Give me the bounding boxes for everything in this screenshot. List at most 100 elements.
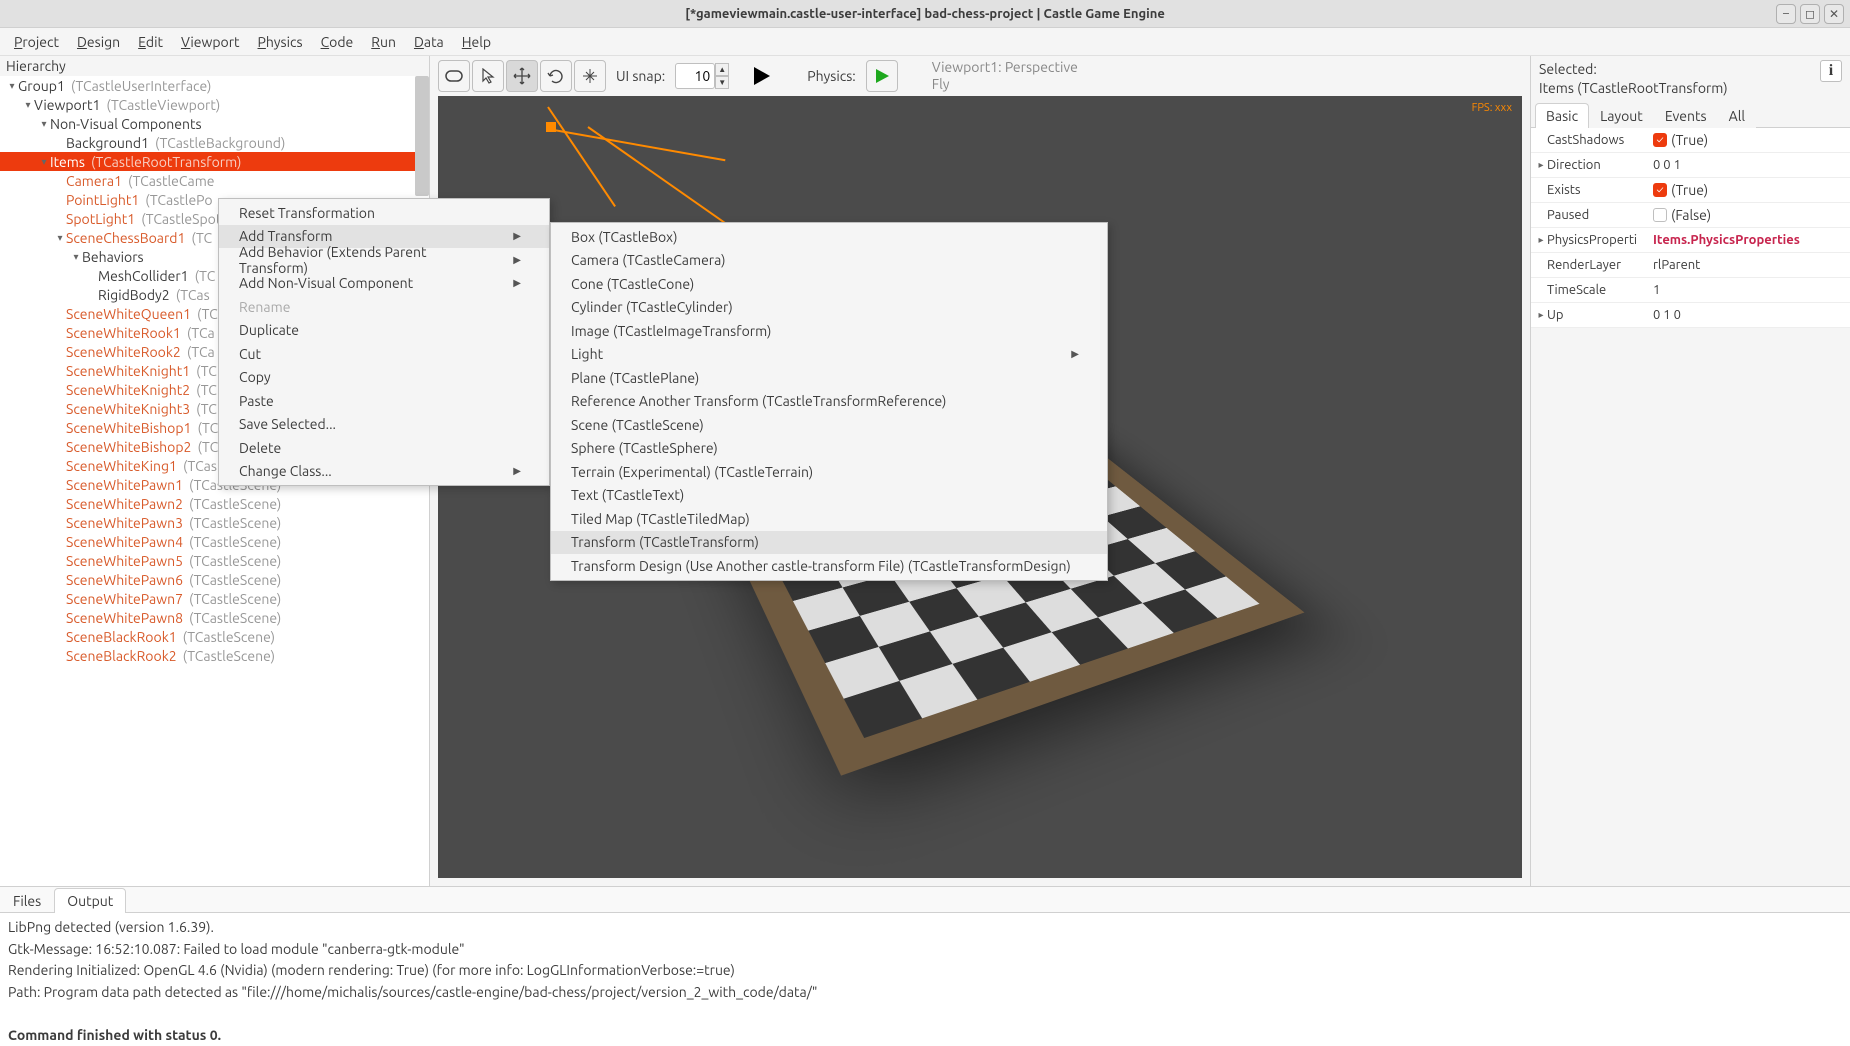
context-item[interactable]: Cut: [219, 342, 549, 366]
chevron-right-icon[interactable]: ▸: [1535, 234, 1547, 246]
tree-node[interactable]: SceneWhitePawn5(TCastleScene): [0, 551, 429, 570]
tree-scrollbar[interactable]: [415, 76, 429, 196]
menu-run[interactable]: Run: [363, 32, 404, 52]
context-item[interactable]: Add Non-Visual Component▶: [219, 272, 549, 296]
property-value[interactable]: ✓(True): [1653, 182, 1846, 198]
checkbox-icon[interactable]: ✓: [1653, 183, 1667, 197]
tab-files[interactable]: Files: [0, 888, 54, 913]
context-item[interactable]: Paste: [219, 389, 549, 413]
context-menu[interactable]: Reset TransformationAdd Transform▶Add Be…: [218, 198, 550, 486]
tree-node[interactable]: ▾Viewport1(TCastleViewport): [0, 95, 429, 114]
tab-all[interactable]: All: [1718, 103, 1756, 128]
context-item[interactable]: Camera (TCastleCamera): [551, 249, 1107, 273]
play-button[interactable]: [749, 60, 773, 92]
select-tool-button[interactable]: [472, 60, 504, 92]
tree-node[interactable]: ▾Non-Visual Components: [0, 114, 429, 133]
property-row[interactable]: RenderLayerrlParent: [1531, 253, 1850, 278]
tree-node[interactable]: SceneBlackRook2(TCastleScene): [0, 646, 429, 665]
property-row[interactable]: Paused(False): [1531, 203, 1850, 228]
property-value[interactable]: 0 0 1: [1653, 158, 1846, 172]
property-row[interactable]: CastShadows✓(True): [1531, 128, 1850, 153]
rotate-tool-button[interactable]: [540, 60, 572, 92]
context-item[interactable]: Image (TCastleImageTransform): [551, 319, 1107, 343]
tree-node[interactable]: Camera1(TCastleCame: [0, 171, 429, 190]
ui-snap-up[interactable]: ▲: [715, 63, 729, 76]
menu-viewport[interactable]: Viewport: [173, 32, 248, 52]
context-item[interactable]: Sphere (TCastleSphere): [551, 437, 1107, 461]
maximize-button[interactable]: ◻: [1800, 4, 1820, 24]
scale-tool-button[interactable]: [574, 60, 606, 92]
property-row[interactable]: TimeScale1: [1531, 278, 1850, 303]
tree-node[interactable]: SceneWhitePawn7(TCastleScene): [0, 589, 429, 608]
context-item[interactable]: Duplicate: [219, 319, 549, 343]
output-text[interactable]: LibPng detected (version 1.6.39).Gtk-Mes…: [0, 913, 1850, 1046]
context-item[interactable]: Reset Transformation: [219, 201, 549, 225]
menu-project[interactable]: Project: [6, 32, 67, 52]
tree-node[interactable]: Background1(TCastleBackground): [0, 133, 429, 152]
chevron-down-icon[interactable]: ▾: [38, 156, 50, 168]
tree-node[interactable]: SceneWhitePawn6(TCastleScene): [0, 570, 429, 589]
physics-play-button[interactable]: [866, 60, 898, 92]
context-item[interactable]: Text (TCastleText): [551, 484, 1107, 508]
chevron-down-icon[interactable]: ▾: [54, 232, 66, 244]
tab-layout[interactable]: Layout: [1589, 103, 1654, 128]
context-submenu-add-transform[interactable]: Box (TCastleBox)Camera (TCastleCamera)Co…: [550, 222, 1108, 581]
ui-snap-input[interactable]: [675, 63, 715, 89]
context-item[interactable]: Plane (TCastlePlane): [551, 366, 1107, 390]
context-item[interactable]: Add Behavior (Extends Parent Transform)▶: [219, 248, 549, 272]
chevron-right-icon[interactable]: ▸: [1535, 159, 1547, 171]
context-item[interactable]: Scene (TCastleScene): [551, 413, 1107, 437]
context-item[interactable]: Cylinder (TCastleCylinder): [551, 296, 1107, 320]
tree-node[interactable]: SceneWhitePawn4(TCastleScene): [0, 532, 429, 551]
menu-edit[interactable]: Edit: [130, 32, 171, 52]
tree-node[interactable]: SceneWhitePawn8(TCastleScene): [0, 608, 429, 627]
menu-data[interactable]: Data: [406, 32, 452, 52]
property-value[interactable]: Items.PhysicsProperties: [1653, 233, 1846, 247]
interact-tool-button[interactable]: [438, 60, 470, 92]
chevron-down-icon[interactable]: ▾: [70, 251, 82, 263]
tree-node[interactable]: SceneWhitePawn3(TCastleScene): [0, 513, 429, 532]
context-item[interactable]: Box (TCastleBox): [551, 225, 1107, 249]
property-row[interactable]: Exists✓(True): [1531, 178, 1850, 203]
menu-code[interactable]: Code: [313, 32, 362, 52]
checkbox-icon[interactable]: ✓: [1653, 133, 1667, 147]
context-item[interactable]: Reference Another Transform (TCastleTran…: [551, 390, 1107, 414]
context-item[interactable]: Copy: [219, 366, 549, 390]
property-value[interactable]: 0 1 0: [1653, 308, 1846, 322]
context-item[interactable]: Transform (TCastleTransform): [551, 531, 1107, 555]
menu-help[interactable]: Help: [454, 32, 499, 52]
property-row[interactable]: ▸Direction0 0 1: [1531, 153, 1850, 178]
context-item[interactable]: Transform Design (Use Another castle-tra…: [551, 554, 1107, 578]
context-item[interactable]: Delete: [219, 436, 549, 460]
chevron-down-icon[interactable]: ▾: [38, 118, 50, 130]
context-item[interactable]: Light▶: [551, 343, 1107, 367]
context-item[interactable]: Save Selected...: [219, 413, 549, 437]
menu-design[interactable]: Design: [69, 32, 128, 52]
chevron-down-icon[interactable]: ▾: [6, 80, 18, 92]
property-value[interactable]: ✓(True): [1653, 132, 1846, 148]
tree-node[interactable]: ▾Items(TCastleRootTransform): [0, 152, 429, 171]
ui-snap-down[interactable]: ▼: [715, 76, 729, 89]
context-item[interactable]: Cone (TCastleCone): [551, 272, 1107, 296]
tab-output[interactable]: Output: [54, 888, 126, 913]
close-button[interactable]: ✕: [1824, 4, 1844, 24]
property-value[interactable]: (False): [1653, 207, 1846, 223]
tree-node[interactable]: ▾Group1(TCastleUserInterface): [0, 76, 429, 95]
context-item[interactable]: Terrain (Experimental) (TCastleTerrain): [551, 460, 1107, 484]
context-item[interactable]: Tiled Map (TCastleTiledMap): [551, 507, 1107, 531]
chevron-down-icon[interactable]: ▾: [22, 99, 34, 111]
property-value[interactable]: rlParent: [1653, 258, 1846, 272]
tree-node[interactable]: SceneWhitePawn2(TCastleScene): [0, 494, 429, 513]
minimize-button[interactable]: –: [1776, 4, 1796, 24]
property-row[interactable]: ▸Up0 1 0: [1531, 303, 1850, 328]
context-item[interactable]: Change Class...▶: [219, 460, 549, 484]
tab-basic[interactable]: Basic: [1535, 103, 1589, 128]
checkbox-icon[interactable]: [1653, 208, 1667, 222]
tab-events[interactable]: Events: [1654, 103, 1718, 128]
move-tool-button[interactable]: [506, 60, 538, 92]
menu-physics[interactable]: Physics: [250, 32, 311, 52]
property-value[interactable]: 1: [1653, 283, 1846, 297]
property-row[interactable]: ▸PhysicsPropertiItems.PhysicsProperties: [1531, 228, 1850, 253]
inspector-info-button[interactable]: i: [1820, 60, 1842, 82]
chevron-right-icon[interactable]: ▸: [1535, 309, 1547, 321]
